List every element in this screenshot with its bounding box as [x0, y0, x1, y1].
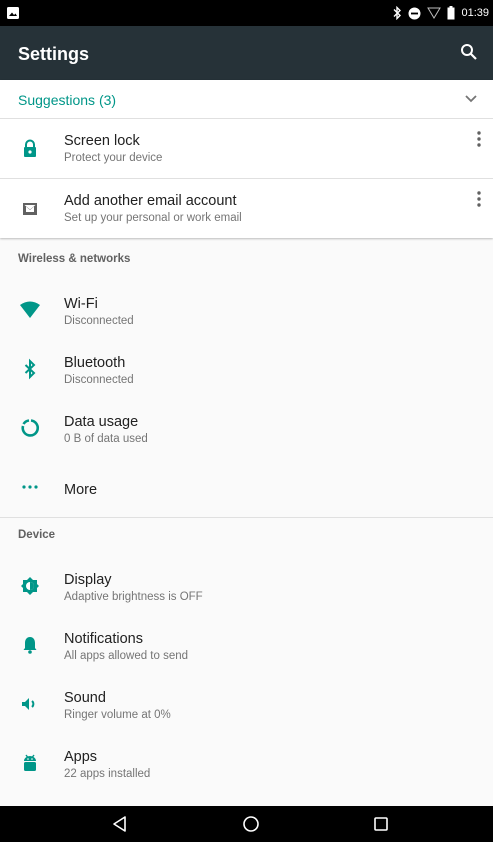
- suggestions-title: Suggestions (3): [18, 92, 117, 108]
- back-icon: [113, 816, 126, 832]
- suggestion-add-email[interactable]: Add another email account Set up your pe…: [0, 179, 493, 238]
- page-title: Settings: [18, 44, 90, 64]
- search-button[interactable]: [457, 40, 481, 64]
- battery-icon: [447, 6, 455, 20]
- item-title: Wi-Fi: [64, 296, 98, 312]
- lock-icon: [18, 137, 42, 161]
- item-title: Notifications: [64, 631, 143, 647]
- settings-item-notifications[interactable]: Notifications All apps allowed to send: [0, 615, 493, 673]
- email-icon: [18, 197, 42, 221]
- status-icons: 01:39: [392, 0, 489, 26]
- suggestion-subtitle: Protect your device: [64, 152, 163, 164]
- clock: 01:39: [461, 7, 489, 19]
- back-button[interactable]: [108, 812, 132, 836]
- item-subtitle: Disconnected: [64, 315, 134, 327]
- item-subtitle: Ringer volume at 0%: [64, 709, 171, 721]
- bluetooth-icon: [18, 357, 42, 381]
- settings-item-more[interactable]: More: [0, 457, 493, 515]
- home-icon: [243, 816, 259, 832]
- section-header-wireless: Wireless & networks: [18, 253, 131, 265]
- home-button[interactable]: [239, 812, 263, 836]
- bell-icon: [18, 633, 42, 657]
- app-bar: Settings: [0, 26, 493, 80]
- do-not-disturb-icon: [408, 7, 421, 20]
- settings-item-data-usage[interactable]: Data usage 0 B of data used: [0, 398, 493, 456]
- settings-item-bluetooth[interactable]: Bluetooth Disconnected: [0, 339, 493, 397]
- recents-icon: [374, 817, 388, 831]
- status-bar: 01:39: [0, 0, 493, 26]
- recents-button[interactable]: [369, 812, 393, 836]
- item-subtitle: Adaptive brightness is OFF: [64, 591, 203, 603]
- settings-item-sound[interactable]: Sound Ringer volume at 0%: [0, 674, 493, 732]
- item-subtitle: 22 apps installed: [64, 768, 151, 780]
- item-title: More: [64, 482, 98, 498]
- more-horiz-icon: [18, 475, 42, 499]
- item-title: Data usage: [64, 414, 139, 430]
- settings-item-apps[interactable]: Apps 22 apps installed: [0, 733, 493, 791]
- section-header-device: Device: [18, 529, 56, 541]
- item-title: Bluetooth: [64, 355, 126, 371]
- bluetooth-status-icon: [392, 6, 402, 20]
- item-title: Apps: [64, 749, 98, 765]
- navigation-bar: [0, 806, 493, 842]
- android-icon: [18, 751, 42, 775]
- suggestion-subtitle: Set up your personal or work email: [64, 212, 242, 224]
- more-vert-icon[interactable]: [473, 129, 485, 149]
- wifi-status-icon: [427, 7, 442, 19]
- item-subtitle: 0 B of data used: [64, 433, 148, 445]
- suggestion-screen-lock[interactable]: Screen lock Protect your device: [0, 119, 493, 178]
- item-title: Sound: [64, 690, 106, 706]
- suggestions-header[interactable]: Suggestions (3): [0, 80, 493, 118]
- item-subtitle: Disconnected: [64, 374, 134, 386]
- volume-icon: [18, 692, 42, 716]
- settings-item-display[interactable]: Display Adaptive brightness is OFF: [0, 556, 493, 614]
- data-usage-icon: [18, 416, 42, 440]
- more-vert-icon[interactable]: [473, 189, 485, 209]
- suggestion-title: Screen lock: [64, 133, 140, 149]
- suggestion-title: Add another email account: [64, 193, 237, 209]
- item-title: Display: [64, 572, 112, 588]
- suggestions-card: Suggestions (3) Screen lock Protect your…: [0, 80, 493, 238]
- search-icon: [461, 44, 477, 60]
- section-divider: [0, 517, 493, 518]
- settings-item-wifi[interactable]: Wi-Fi Disconnected: [0, 280, 493, 338]
- wifi-icon: [18, 298, 42, 322]
- chevron-down-icon[interactable]: [463, 90, 479, 106]
- image-notification-icon: [6, 6, 20, 20]
- item-subtitle: All apps allowed to send: [64, 650, 189, 662]
- brightness-icon: [18, 574, 42, 598]
